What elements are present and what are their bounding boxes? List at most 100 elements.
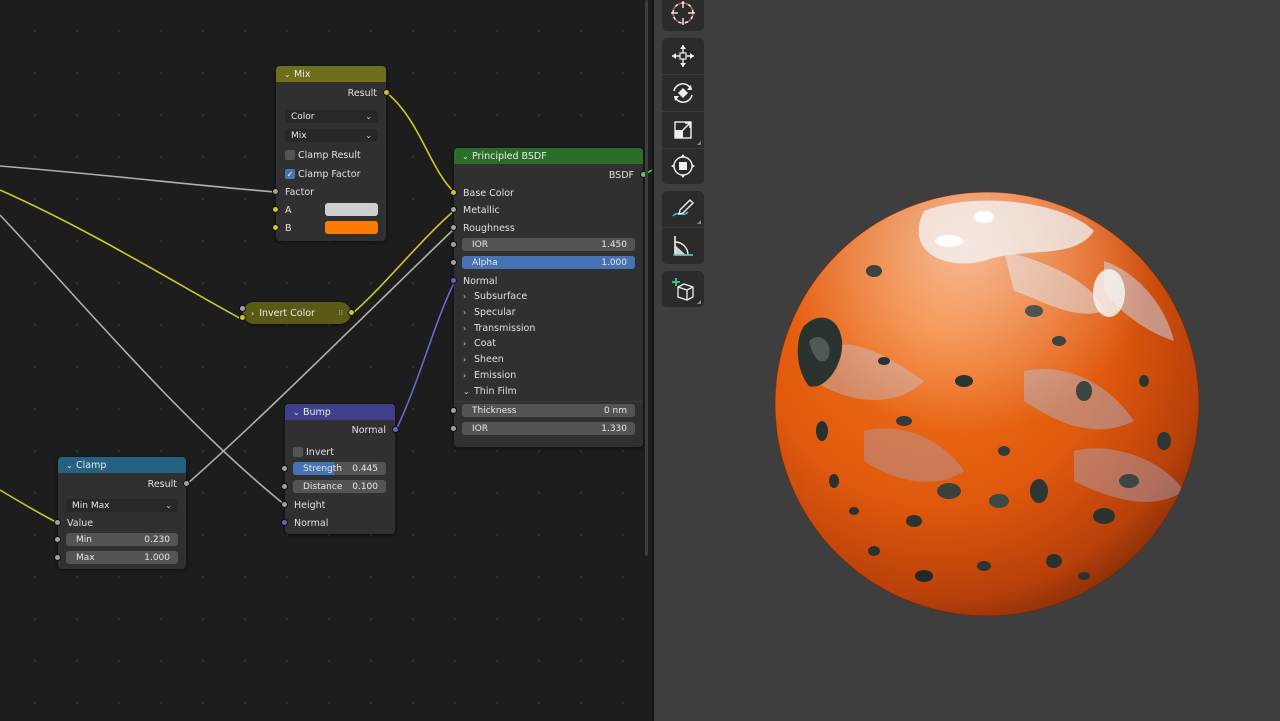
principled-bsdf-node[interactable]: ⌄ Principled BSDF BSDF Base Color Metall…: [450, 148, 647, 447]
panel-specular[interactable]: › Specular: [463, 305, 516, 320]
alpha-field[interactable]: Alpha 1.000: [462, 256, 635, 269]
thickness-field-label: Thickness: [472, 405, 517, 416]
panel-transmission[interactable]: › Transmission: [463, 321, 535, 336]
distance-field-label: Distance: [303, 481, 343, 492]
clamp-result-socket[interactable]: [183, 480, 190, 487]
collapse-chevron-icon[interactable]: ⌄: [293, 408, 303, 417]
wire-mix-to-basecolor: [386, 92, 456, 194]
expand-chevron-icon[interactable]: ›: [251, 309, 254, 318]
wire-to-mix-factor: [0, 165, 277, 193]
annotate-tool-button[interactable]: [662, 191, 704, 227]
bump-invert-checkbox[interactable]: [293, 447, 303, 457]
alpha-socket[interactable]: [450, 259, 457, 266]
strength-socket[interactable]: [281, 465, 288, 472]
measure-tool-button[interactable]: [662, 228, 704, 264]
cursor-tool-icon: [671, 1, 695, 25]
ior-field[interactable]: IOR 1.450: [462, 238, 635, 251]
thickness-field[interactable]: Thickness 0 nm: [462, 404, 635, 417]
bump-normal-input-socket[interactable]: [281, 519, 288, 526]
panel-sheen-label: Sheen: [474, 354, 504, 366]
3d-viewport[interactable]: [654, 0, 1280, 721]
transform-tool-button[interactable]: [662, 148, 704, 184]
clamp-value-socket[interactable]: [54, 519, 61, 526]
thickness-socket[interactable]: [450, 407, 457, 414]
cursor-tool-button[interactable]: [662, 0, 704, 31]
clamp-node-header[interactable]: ⌄ Clamp: [58, 457, 186, 473]
chevron-right-icon: ›: [463, 292, 467, 301]
distance-socket[interactable]: [281, 483, 288, 490]
node-editor[interactable]: ⌄ Mix Result Color ⌄ Mix ⌄ Clamp Result …: [0, 0, 652, 721]
clamp-max-value: 1.000: [144, 552, 170, 563]
mix-b-socket[interactable]: [272, 224, 279, 231]
mix-a-socket[interactable]: [272, 206, 279, 213]
collapse-chevron-icon[interactable]: ⌄: [66, 461, 76, 470]
ior-socket[interactable]: [450, 241, 457, 248]
base-color-socket[interactable]: [450, 189, 457, 196]
strength-field[interactable]: Strength 0.445: [293, 462, 386, 475]
normal-socket[interactable]: [450, 277, 457, 284]
clamp-result-checkbox[interactable]: [285, 150, 295, 160]
thin-film-ior-socket[interactable]: [450, 425, 457, 432]
tool-submenu-indicator: [697, 300, 701, 304]
annotate-tool-icon: [672, 199, 694, 217]
clamp-max-field[interactable]: Max 1.000: [66, 551, 178, 564]
scale-tool-button[interactable]: [662, 112, 704, 148]
distance-field[interactable]: Distance 0.100: [293, 480, 386, 493]
clamp-type-select[interactable]: Min Max ⌄: [66, 499, 178, 512]
invert-color-title: Invert Color: [259, 307, 315, 319]
clamp-max-socket[interactable]: [54, 554, 61, 561]
panel-thin-film[interactable]: ⌄ Thin Film: [463, 384, 517, 399]
clamp-min-field[interactable]: Min 0.230: [66, 533, 178, 546]
panel-subsurface-label: Subsurface: [474, 291, 528, 302]
clamp-min-socket[interactable]: [54, 536, 61, 543]
principled-bsdf-header[interactable]: ⌄ Principled BSDF: [454, 148, 643, 164]
clamp-node[interactable]: ⌄ Clamp Result Min Max ⌄ Value Min 0.230…: [54, 457, 190, 569]
collapse-chevron-icon[interactable]: ⌄: [284, 70, 294, 79]
base-color-label: Base Color: [463, 187, 514, 199]
metallic-socket[interactable]: [450, 206, 457, 213]
mix-node-title: Mix: [294, 68, 311, 80]
mix-node[interactable]: ⌄ Mix Result Color ⌄ Mix ⌄ Clamp Result …: [272, 66, 390, 241]
bump-normal-input-label: Normal: [294, 517, 329, 529]
material-preview-sphere[interactable]: [774, 191, 1200, 617]
bump-normal-output-socket[interactable]: [392, 426, 399, 433]
panel-coat[interactable]: › Coat: [463, 336, 496, 351]
invert-color-socket[interactable]: [239, 314, 246, 321]
thin-film-ior-field[interactable]: IOR 1.330: [462, 422, 635, 435]
mix-blend-mode-select[interactable]: Mix ⌄: [285, 129, 378, 142]
panel-subsurface[interactable]: › Subsurface: [463, 289, 527, 304]
mix-blend-mode-value: Mix: [291, 130, 307, 141]
height-socket[interactable]: [281, 501, 288, 508]
metallic-label: Metallic: [463, 204, 500, 216]
chevron-right-icon: ›: [463, 371, 467, 380]
node-editor-scrollbar[interactable]: [645, 0, 648, 556]
mix-color-a-swatch[interactable]: [325, 203, 378, 216]
bump-node-header[interactable]: ⌄ Bump: [285, 404, 395, 420]
ior-field-value: 1.450: [601, 239, 627, 250]
bump-node-title: Bump: [303, 406, 331, 418]
mix-color-b-swatch[interactable]: [325, 221, 378, 234]
mix-data-type-select[interactable]: Color ⌄: [285, 110, 378, 123]
strength-field-label: Strength: [303, 463, 342, 474]
move-tool-button[interactable]: [662, 38, 704, 74]
clamp-min-label: Min: [76, 534, 92, 545]
mix-result-socket[interactable]: [383, 89, 390, 96]
mix-node-header[interactable]: ⌄ Mix: [276, 66, 386, 82]
invert-output-socket[interactable]: [348, 309, 355, 316]
rotate-tool-button[interactable]: [662, 75, 704, 111]
mix-factor-socket[interactable]: [272, 188, 279, 195]
scale-tool-icon: [674, 121, 692, 139]
invert-color-node[interactable]: › Invert Color ⁞⁞: [239, 302, 355, 324]
invert-fac-socket[interactable]: [239, 305, 246, 312]
bump-node[interactable]: ⌄ Bump Normal Invert Strength 0.445 Dist…: [281, 404, 399, 534]
clamp-result-label: Clamp Result: [298, 150, 361, 161]
mix-b-label: B: [285, 222, 292, 234]
panel-emission[interactable]: › Emission: [463, 368, 516, 383]
bump-invert-label: Invert: [306, 447, 334, 458]
clamp-factor-checkbox[interactable]: ✓: [285, 169, 295, 179]
panel-sheen[interactable]: › Sheen: [463, 352, 504, 367]
add-cube-tool-button[interactable]: [662, 271, 704, 307]
collapse-chevron-icon[interactable]: ⌄: [462, 152, 472, 161]
roughness-socket[interactable]: [450, 224, 457, 231]
ior-field-label: IOR: [472, 239, 488, 250]
